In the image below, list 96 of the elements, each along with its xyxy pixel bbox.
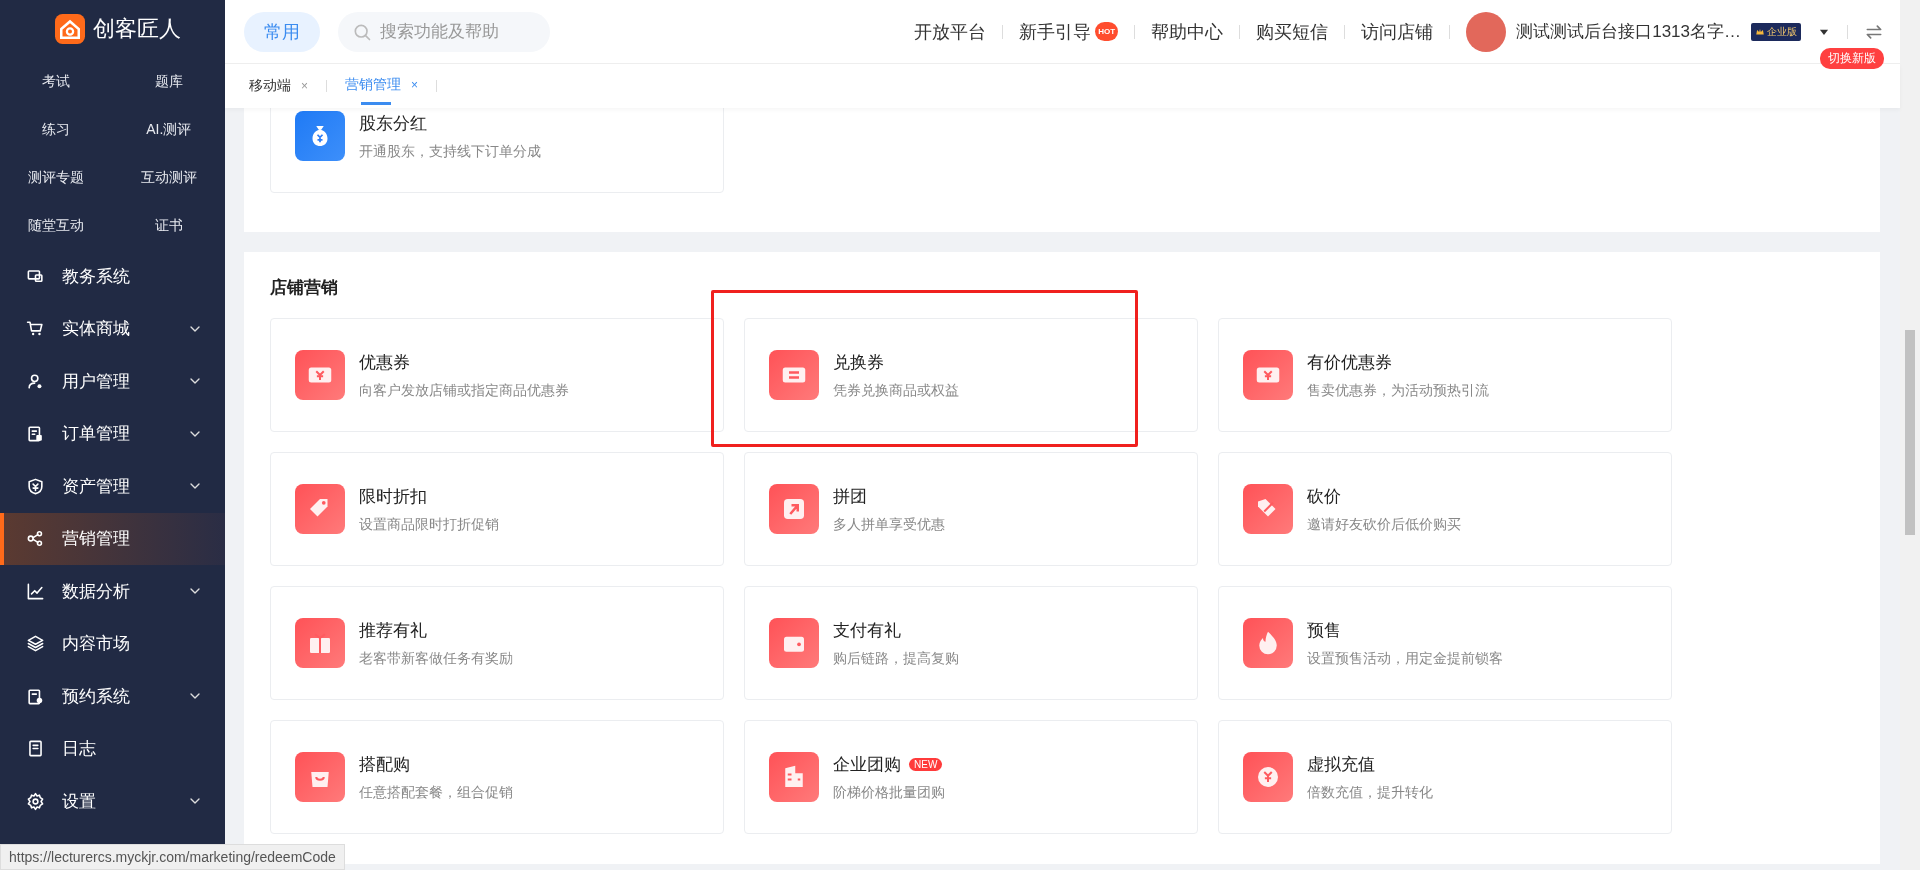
card-description: 多人拼单享受优惠 (833, 515, 945, 534)
chart-icon (26, 581, 45, 601)
card-description: 任意搭配套餐，组合促销 (359, 783, 513, 802)
sidebar-subitem[interactable]: 考试 (0, 58, 113, 106)
logo-text: 创客匠人 (92, 15, 181, 43)
card-description: 向客户发放店铺或指定商品优惠券 (359, 381, 569, 400)
feature-card[interactable]: 砍价 邀请好友砍价后低价购买 (1218, 452, 1672, 566)
avatar[interactable] (1466, 11, 1507, 52)
sidebar-menu-item[interactable]: 教务系统 (0, 250, 225, 303)
feature-card[interactable]: 拼团 多人拼单享受优惠 (744, 452, 1198, 566)
settings-icon (26, 791, 45, 811)
card-title: 拼团 (833, 485, 867, 508)
feature-card[interactable]: 兑换券 凭券兑换商品或权益 (744, 318, 1198, 432)
card-title: 搭配购 (359, 753, 410, 776)
feature-card[interactable]: 搭配购 任意搭配套餐，组合促销 (270, 720, 724, 834)
search-field[interactable]: 搜索功能及帮助 (338, 11, 550, 52)
wallet-icon (769, 618, 819, 668)
card-title: 股东分红 (359, 112, 427, 135)
top-link[interactable]: 购买短信 (1256, 19, 1329, 44)
sidebar-menu-item[interactable]: 数据分析 (0, 565, 225, 618)
house-logo-icon (54, 14, 85, 44)
ticket-icon (769, 350, 819, 400)
sidebar-subitem[interactable]: 互动测评 (112, 154, 225, 202)
price-tag-icon (295, 484, 345, 534)
sidebar-menu-item[interactable]: 预约系统 (0, 670, 225, 723)
card-title: 推荐有礼 (359, 619, 427, 642)
card-title: 支付有礼 (833, 619, 901, 642)
card-title: 有价优惠券 (1307, 351, 1392, 374)
nodes-icon (26, 529, 45, 549)
card-title: 企业团购 (833, 753, 901, 776)
calendar-clip-icon (26, 686, 45, 706)
sidebar-menu-item[interactable]: 用户管理 (0, 355, 225, 408)
top-link[interactable]: 帮助中心 (1151, 19, 1224, 44)
sidebar-menu-item[interactable]: 实体商城 (0, 302, 225, 355)
feature-card[interactable]: 优惠券 向客户发放店铺或指定商品优惠券 (270, 318, 724, 432)
card-title: 兑换券 (833, 351, 884, 374)
section-title: 店铺营销 (270, 277, 339, 299)
ticket-icon (1243, 350, 1293, 400)
scrollbar-thumb[interactable] (1905, 330, 1915, 535)
feature-card[interactable]: 支付有礼 购后链路，提高复购 (744, 586, 1198, 700)
money-bag-icon (295, 111, 345, 161)
card-title: 预售 (1307, 619, 1341, 642)
card-description: 老客带新客做任务有奖励 (359, 649, 513, 668)
card-description: 开通股东，支持线下订单分成 (359, 142, 541, 161)
card-description: 售卖优惠券，为活动预热引流 (1307, 381, 1489, 400)
sidebar-menu-item[interactable]: 营销管理 (0, 512, 225, 565)
card-description: 倍数充值，提升转化 (1307, 783, 1433, 802)
account-name[interactable]: 测试测试后台接口1313名字… (1516, 20, 1741, 43)
sidebar-subitem[interactable]: 证书 (112, 202, 225, 250)
clipboard-icon (26, 424, 45, 444)
new-badge: NEW (909, 757, 943, 771)
edition-badge: 企业版 (1751, 22, 1801, 41)
sidebar-menu-item[interactable]: 订单管理 (0, 407, 225, 460)
sidebar-subitem[interactable]: 练习 (0, 106, 113, 154)
card-description: 购后链路，提高复购 (833, 649, 959, 668)
status-url: https://lecturercs.myckjr.com/marketing/redeemCode (0, 844, 345, 870)
feature-card[interactable]: 虚拟充值 倍数充值，提升转化 (1218, 720, 1672, 834)
sidebar-subitem[interactable]: 测评专题 (0, 154, 113, 202)
sidebar-menu-item[interactable]: 日志 (0, 722, 225, 775)
coin-icon (1243, 752, 1293, 802)
ticket-icon (295, 350, 345, 400)
sidebar-menu-item[interactable]: 设置 (0, 775, 225, 828)
shield-icon (26, 476, 45, 496)
sidebar-subitem[interactable]: AI.测评 (112, 106, 225, 154)
card-description: 邀请好友砍价后低价购买 (1307, 515, 1461, 534)
sidebar-menu-item[interactable]: 资产管理 (0, 460, 225, 513)
page-tab[interactable]: 移动端 × (249, 64, 308, 108)
sidebar-subitem[interactable]: 题库 (112, 58, 225, 106)
card-title: 砍价 (1307, 485, 1341, 508)
card-title: 虚拟充值 (1307, 753, 1375, 776)
card-description: 阶梯价格批量团购 (833, 783, 945, 802)
sidebar-menu-item[interactable]: 内容市场 (0, 617, 225, 670)
document-icon (26, 739, 45, 759)
feature-card[interactable]: 预售 设置预售活动，用定金提前锁客 (1218, 586, 1672, 700)
card-description: 凭券兑换商品或权益 (833, 381, 959, 400)
card-description: 设置预售活动，用定金提前锁客 (1307, 649, 1503, 668)
shopping-bag-icon (295, 752, 345, 802)
feature-card[interactable]: 限时折扣 设置商品限时打折促销 (270, 452, 724, 566)
page-tab[interactable]: 营销管理 × (345, 64, 419, 108)
layers-icon (26, 634, 45, 654)
tab-close-button[interactable]: × (411, 77, 419, 92)
feature-card[interactable]: 有价优惠券 售卖优惠券，为活动预热引流 (1218, 318, 1672, 432)
top-link[interactable]: 开放平台 (914, 19, 987, 44)
feature-card[interactable]: 推荐有礼 老客带新客做任务有奖励 (270, 586, 724, 700)
building-icon (769, 752, 819, 802)
feature-card[interactable]: 股东分红 开通股东，支持线下订单分成 (270, 108, 724, 193)
card-description: 设置商品限时打折促销 (359, 515, 499, 534)
feature-card[interactable]: 企业团购 NEW 阶梯价格批量团购 (744, 720, 1198, 834)
hot-badge: HOT (1095, 22, 1119, 41)
card-title: 限时折扣 (359, 485, 427, 508)
top-link[interactable]: 新手引导 (1019, 19, 1092, 44)
card-title: 优惠券 (359, 351, 410, 374)
sidebar-subitem[interactable]: 随堂互动 (0, 202, 113, 250)
flame-icon (1243, 618, 1293, 668)
scrollbar[interactable] (1900, 0, 1920, 870)
top-link[interactable]: 访问店铺 (1361, 19, 1434, 44)
